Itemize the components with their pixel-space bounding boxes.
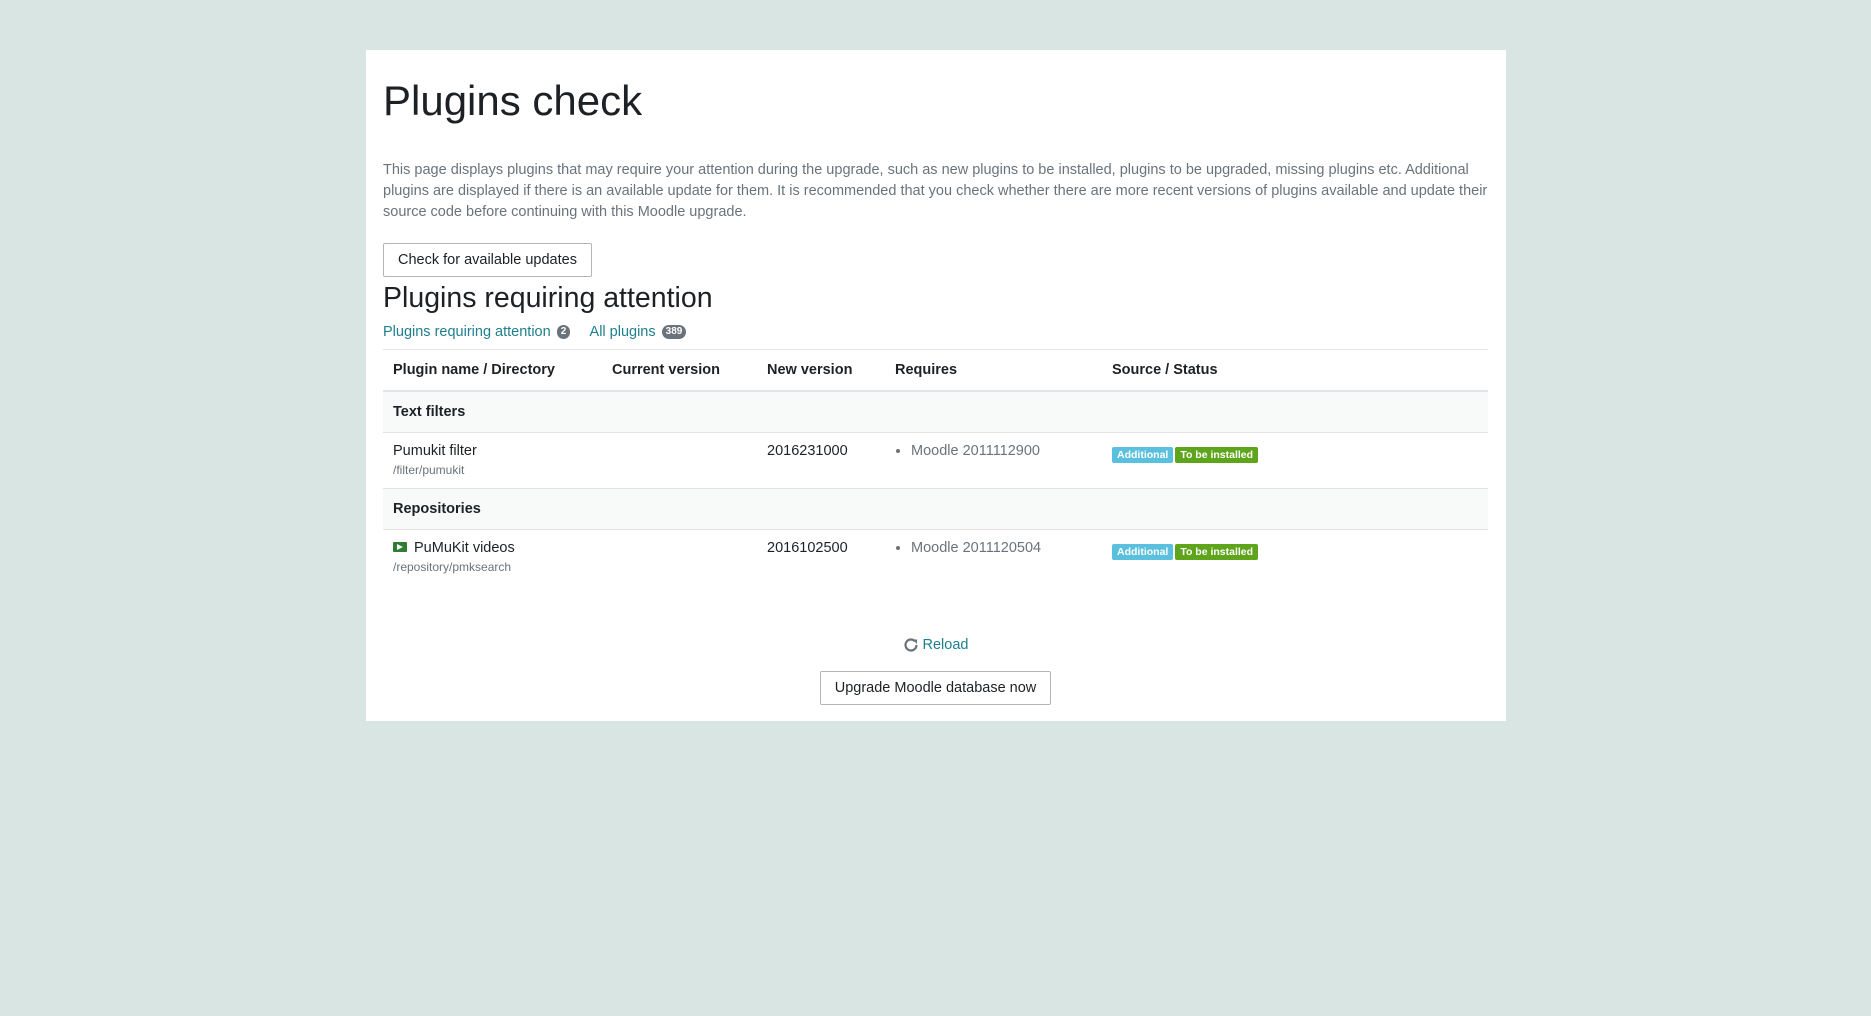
check-updates-button[interactable]: Check for available updates (383, 243, 592, 277)
page-title: Plugins check (383, 77, 643, 124)
plugin-directory: /filter/pumukit (393, 463, 465, 477)
new-version: 2016231000 (757, 432, 885, 489)
upgrade-area: Upgrade Moodle database now (383, 671, 1488, 706)
count-badge: 2 (556, 325, 571, 340)
new-version: 2016102500 (757, 529, 885, 585)
status-cell: Additional To be installed (1102, 432, 1488, 489)
plugin-directory: /repository/pmksearch (393, 560, 512, 574)
section-title: Plugins requiring attention (383, 282, 713, 314)
plugin-cell: PuMuKit videos /repository/pmksearch (383, 529, 602, 585)
current-version (602, 432, 757, 489)
column-header: Current version (602, 349, 757, 392)
group-name: Text filters (383, 390, 1488, 433)
plugin-filters: Plugins requiring attention 2 All plugin… (383, 323, 1488, 343)
table-header-row: Plugin name / Directory Current version … (383, 349, 1488, 392)
filter-all-plugins-link[interactable]: All plugins 389 (590, 324, 687, 340)
plugin-name: PuMuKit videos (414, 540, 515, 556)
column-header: New version (757, 349, 885, 392)
table-group-row: Repositories (383, 488, 1488, 530)
plugin-cell: Pumukit filter /filter/pumukit (383, 432, 602, 489)
column-header: Plugin name / Directory (383, 349, 602, 392)
source-badge: Additional (1112, 447, 1174, 463)
column-header: Requires (885, 349, 1102, 392)
status-badge: To be installed (1175, 544, 1259, 560)
column-header: Source / Status (1102, 349, 1488, 392)
main-panel: Plugins check This page displays plugins… (366, 50, 1506, 721)
requirement-item: Moodle 2011112900 (911, 443, 1092, 459)
plugin-name: Pumukit filter (393, 443, 477, 459)
requires-cell: Moodle 2011120504 (885, 529, 1102, 585)
plugin-name-wrap: PuMuKit videos (393, 540, 592, 556)
filter-label: Plugins requiring attention (383, 324, 551, 340)
requires-cell: Moodle 2011112900 (885, 432, 1102, 489)
reload-label: Reload (922, 637, 969, 653)
status-cell: Additional To be installed (1102, 529, 1488, 585)
current-version (602, 529, 757, 585)
requirement-item: Moodle 2011120504 (911, 540, 1092, 556)
refresh-icon (903, 637, 919, 653)
source-badge: Additional (1112, 544, 1174, 560)
table-row: Pumukit filter /filter/pumukit 201623100… (383, 432, 1488, 489)
table-group-row: Text filters (383, 390, 1488, 433)
table-row: PuMuKit videos /repository/pmksearch 201… (383, 529, 1488, 585)
intro-text: This page displays plugins that may requ… (383, 162, 1488, 220)
upgrade-database-button[interactable]: Upgrade Moodle database now (819, 671, 1052, 706)
count-badge: 389 (661, 325, 687, 340)
video-repository-icon (393, 542, 407, 553)
group-name: Repositories (383, 488, 1488, 530)
reload-area: Reload (383, 637, 1488, 653)
plugins-table: Plugin name / Directory Current version … (383, 349, 1488, 585)
filter-requiring-attention-link[interactable]: Plugins requiring attention 2 (383, 324, 571, 340)
status-badge: To be installed (1175, 447, 1259, 463)
filter-label: All plugins (589, 324, 656, 340)
reload-link[interactable]: Reload (903, 637, 969, 653)
